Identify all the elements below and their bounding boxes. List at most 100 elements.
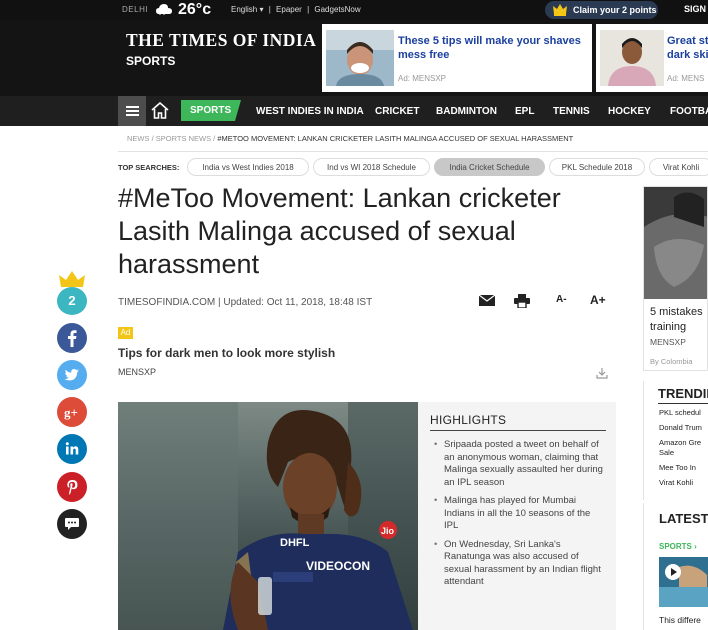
divider	[658, 403, 708, 404]
latest-title: LATEST	[659, 511, 708, 526]
nav-item-sports[interactable]: SPORTS	[181, 100, 241, 121]
jersey-sponsor-videocon: VIDEOCON	[306, 559, 370, 573]
highlight-item: Sripaada posted a tweet on behalf of an …	[434, 439, 606, 489]
highlight-item: Malinga has played for Mumbai Indians in…	[434, 495, 606, 533]
pinterest-icon	[67, 480, 78, 495]
breadcrumb-current: #METOO MOVEMENT: LANKAN CRICKETER LASITH…	[217, 134, 574, 143]
comment-icon	[65, 518, 79, 530]
video-thumbnail	[659, 557, 708, 607]
site-logo[interactable]: THE TIMES OF INDIA	[126, 30, 316, 51]
trending-title: TRENDIN	[658, 386, 708, 401]
temperature: 26°c	[178, 1, 212, 18]
trending-item[interactable]: Amazon Gre	[659, 438, 701, 447]
print-icon[interactable]	[514, 294, 530, 308]
latest-caption[interactable]: This differe	[659, 615, 701, 625]
ad-image	[326, 30, 394, 86]
ad-headline[interactable]: Great sty dark ski	[667, 34, 708, 62]
latest-panel: LATEST SPORTS › This differe	[643, 503, 708, 630]
home-icon[interactable]	[151, 102, 169, 119]
nav-item-cricket[interactable]: CRICKET	[375, 106, 419, 117]
native-ad-title[interactable]: Tips for dark men to look more stylish	[118, 346, 335, 360]
sponsored-title: 5 mistakes training	[650, 306, 703, 333]
nav-item-hockey[interactable]: HOCKEY	[608, 106, 651, 117]
twitter-icon	[64, 369, 79, 381]
crown-icon	[553, 4, 567, 16]
top-search-pill-active[interactable]: India Cricket Schedule	[434, 158, 545, 176]
top-links: English ▾ | Epaper | GadgetsNow	[231, 5, 361, 14]
ad-source: Ad: MENS	[667, 74, 705, 83]
language-selector[interactable]: English ▾	[231, 5, 263, 14]
ad-source: Ad: MENSXP	[398, 74, 447, 83]
google-plus-share-button[interactable]: g+	[57, 397, 87, 427]
gadgetsnow-link[interactable]: GadgetsNow	[314, 5, 360, 14]
menu-button[interactable]	[118, 96, 146, 126]
trending-panel: TRENDIN PKL schedul Donald Trum Amazon G…	[643, 381, 708, 500]
epaper-link[interactable]: Epaper	[276, 5, 302, 14]
masthead-ad-1[interactable]: These 5 tips will make your shaves mess …	[322, 24, 592, 92]
linkedin-icon	[65, 442, 79, 455]
trending-item[interactable]: Donald Trum	[659, 423, 702, 432]
comment-button[interactable]	[57, 509, 87, 539]
ad-image	[600, 30, 664, 86]
nav-item-football[interactable]: FOOTBA	[670, 106, 708, 117]
top-search-pill[interactable]: India vs West Indies 2018	[187, 158, 309, 176]
ad-badge: Ad	[118, 327, 133, 339]
font-decrease-button[interactable]: A-	[556, 294, 567, 305]
top-search-pill[interactable]: Virat Kohli	[649, 158, 708, 176]
highlights-title: HIGHLIGHTS	[430, 413, 507, 427]
sponsored-image	[644, 187, 707, 299]
facebook-share-button[interactable]	[57, 323, 87, 353]
masthead-ad-2[interactable]: Great sty dark ski Ad: MENS	[596, 24, 708, 92]
facebook-icon	[68, 330, 77, 347]
native-ad-source: MENSXP	[118, 367, 157, 377]
font-increase-button[interactable]: A+	[590, 293, 606, 307]
top-search-pill[interactable]: Ind vs WI 2018 Schedule	[313, 158, 430, 176]
article-headline: #MeToo Movement: Lankan cricketer Lasith…	[118, 183, 561, 279]
main-nav: SPORTS WEST INDIES IN INDIA CRICKET BADM…	[0, 96, 708, 126]
svg-text:g+: g+	[64, 405, 78, 420]
article-byline: TIMESOFINDIA.COM | Updated: Oct 11, 2018…	[118, 297, 373, 308]
section-name[interactable]: SPORTS	[126, 54, 175, 68]
sponsored-source: MENSXP	[650, 337, 686, 347]
trending-item[interactable]: Mee Too In	[659, 463, 696, 472]
ad-choices-icon[interactable]	[596, 367, 608, 379]
breadcrumb-news[interactable]: NEWS	[127, 134, 150, 143]
trending-item[interactable]: PKL schedul	[659, 408, 701, 417]
trending-item[interactable]: Virat Kohli	[659, 478, 693, 487]
cloud-icon	[156, 4, 172, 15]
divider	[118, 151, 708, 152]
trending-item[interactable]: Sale	[659, 448, 674, 457]
top-search-pill[interactable]: PKL Schedule 2018	[549, 158, 645, 176]
nav-item-tennis[interactable]: TENNIS	[553, 106, 590, 117]
article-photo[interactable]: DHFL VIDEOCON Jio	[118, 402, 418, 630]
points-badge[interactable]: 2	[57, 287, 87, 315]
sign-in-link[interactable]: SIGN	[684, 4, 706, 14]
ad-headline[interactable]: These 5 tips will make your shaves mess …	[398, 34, 588, 62]
twitter-share-button[interactable]	[57, 360, 87, 390]
sponsored-card[interactable]: 5 mistakes training MENSXP By Colombia	[643, 186, 708, 371]
city-name: DELHI	[122, 5, 149, 14]
latest-thumbnail[interactable]	[659, 557, 708, 607]
linkedin-share-button[interactable]	[57, 434, 87, 464]
jersey-sponsor-jio: Jio	[381, 526, 395, 536]
breadcrumb: NEWS / SPORTS NEWS / #METOO MOVEMENT: LA…	[127, 134, 574, 143]
menu-icon	[126, 106, 139, 108]
nav-item-epl[interactable]: EPL	[515, 106, 534, 117]
claim-points-button[interactable]: Claim your 2 points	[545, 1, 658, 19]
mail-icon[interactable]	[479, 295, 495, 306]
top-searches-label: TOP SEARCHES:	[118, 163, 180, 172]
nav-item-west-indies[interactable]: WEST INDIES IN INDIA	[256, 106, 364, 117]
latest-section-link[interactable]: SPORTS ›	[659, 542, 697, 551]
pinterest-share-button[interactable]	[57, 472, 87, 502]
divider	[430, 430, 606, 431]
jersey-sponsor-dhfl: DHFL	[280, 537, 310, 549]
breadcrumb-sports-news[interactable]: SPORTS NEWS	[156, 134, 211, 143]
claim-points-label: Claim your 2 points	[573, 5, 657, 15]
highlight-item: On Wednesday, Sri Lanka's Ranatunga was …	[434, 539, 606, 589]
highlights-list: Sripaada posted a tweet on behalf of an …	[434, 439, 606, 595]
masthead: THE TIMES OF INDIA SPORTS These 5 tips w…	[0, 20, 708, 96]
highlights-panel: HIGHLIGHTS Sripaada posted a tweet on be…	[418, 402, 616, 630]
article-image: DHFL VIDEOCON Jio	[118, 402, 418, 630]
nav-item-badminton[interactable]: BADMINTON	[436, 106, 497, 117]
top-bar: DELHI 26°c English ▾ | Epaper | GadgetsN…	[0, 0, 708, 20]
